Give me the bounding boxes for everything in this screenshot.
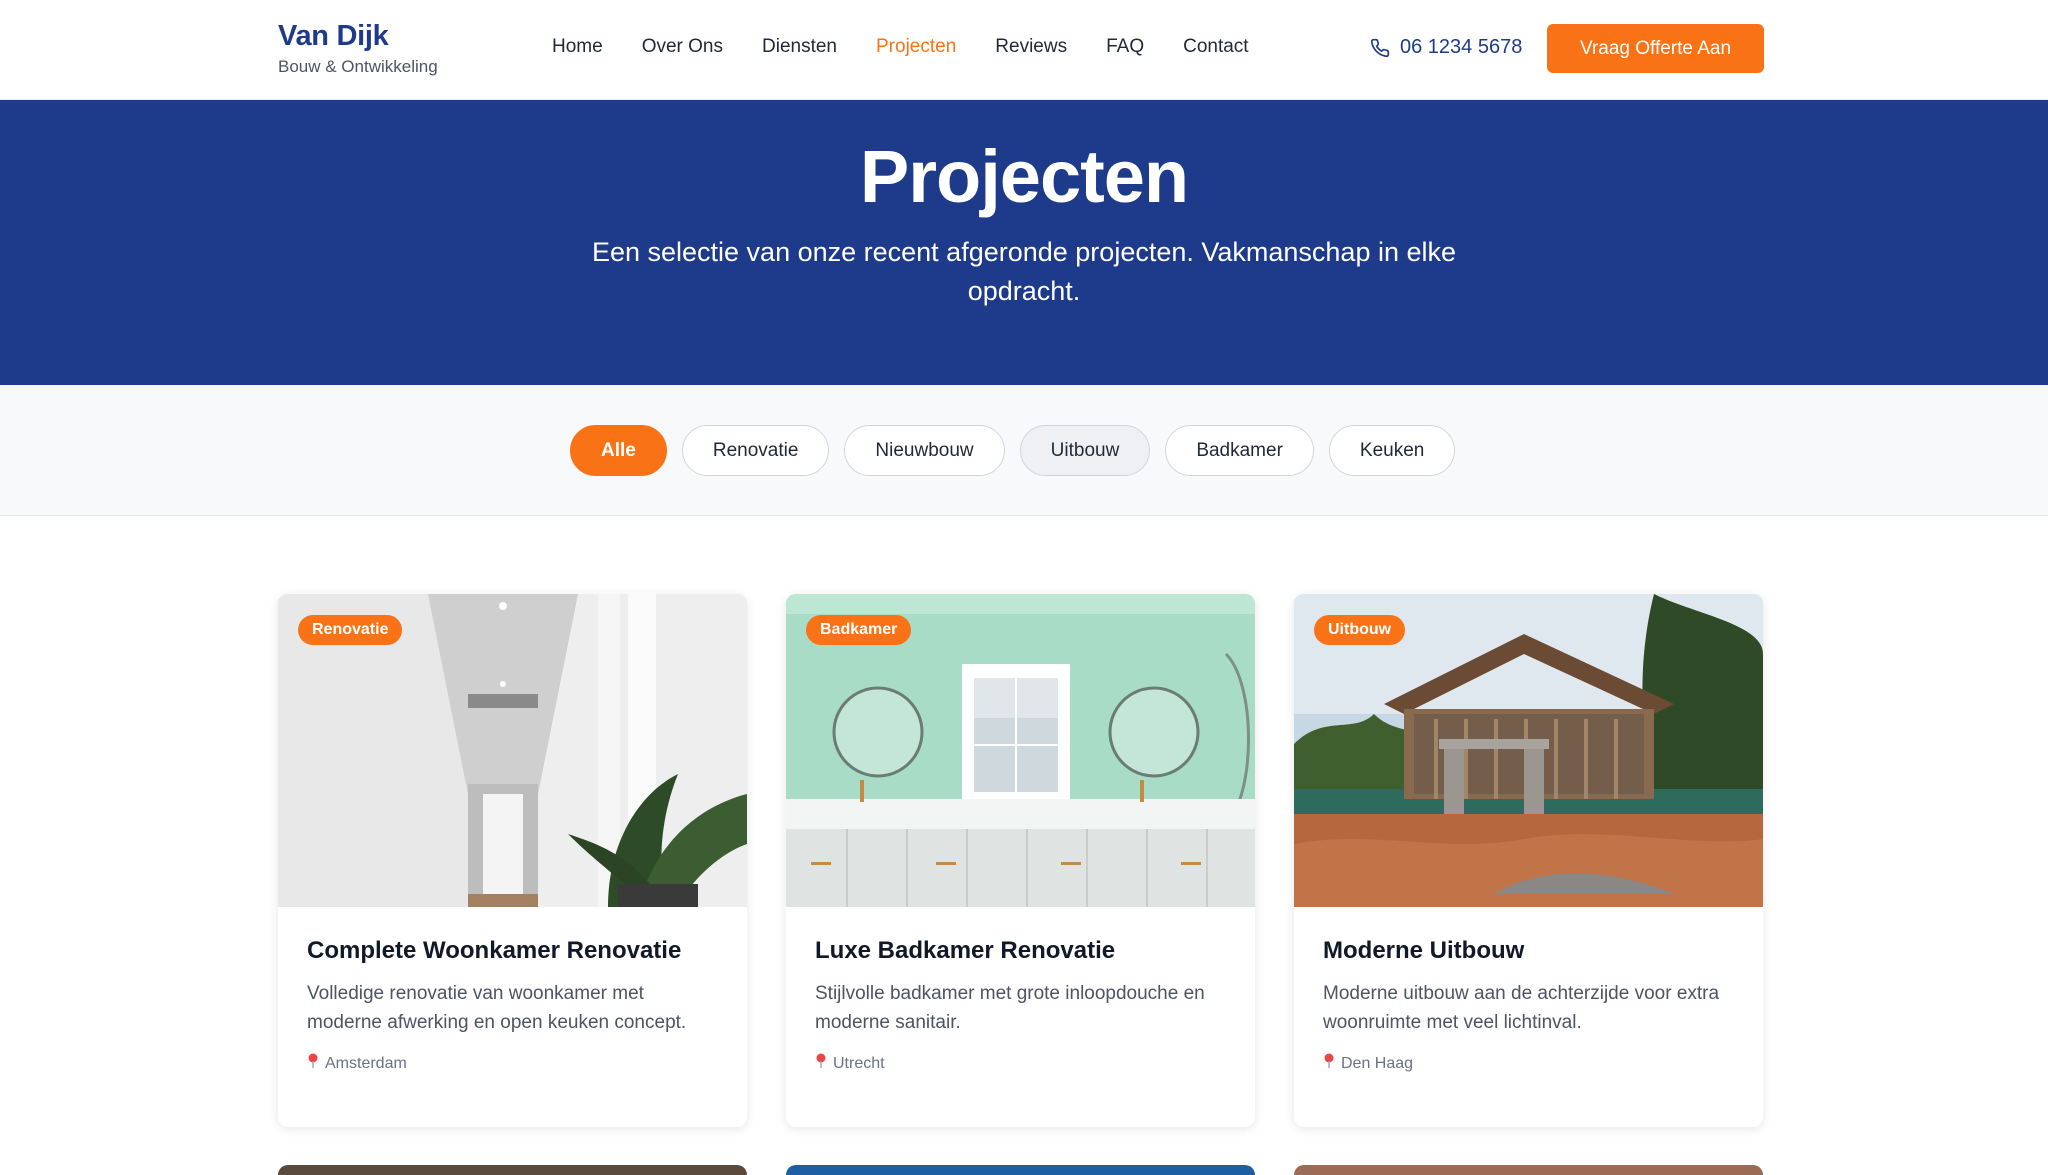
nav-projecten[interactable]: Projecten	[876, 36, 956, 58]
project-image: Badkamer	[786, 594, 1255, 907]
filter-renovatie[interactable]: Renovatie	[681, 425, 830, 476]
brand-subtitle: Bouw & Ontwikkeling	[278, 57, 438, 76]
request-quote-button[interactable]: Vraag Offerte Aan	[1547, 24, 1764, 73]
project-card[interactable]: Renovatie Complete Woonkamer Renovatie V…	[278, 594, 747, 1127]
location-pin-icon	[815, 1053, 827, 1074]
project-card[interactable]: Uitbouw Moderne Uitbouw Moderne uitbouw …	[1294, 594, 1763, 1127]
nav-faq[interactable]: FAQ	[1106, 36, 1144, 58]
nav-over-ons[interactable]: Over Ons	[642, 36, 723, 58]
project-card-partial[interactable]	[278, 1165, 747, 1175]
brand-name: Van Dijk	[278, 20, 389, 52]
nav-diensten[interactable]: Diensten	[762, 36, 837, 58]
location-label: Den Haag	[1341, 1054, 1414, 1072]
filter-keuken[interactable]: Keuken	[1328, 425, 1456, 476]
project-image: Uitbouw	[1294, 594, 1763, 907]
phone-number: 06 1234 5678	[1400, 36, 1523, 58]
filter-badkamer[interactable]: Badkamer	[1165, 425, 1314, 476]
project-location: Amsterdam	[307, 1053, 718, 1074]
project-location: Den Haag	[1323, 1053, 1734, 1074]
main-nav: Home Over Ons Diensten Projecten Reviews…	[552, 36, 1288, 58]
nav-reviews[interactable]: Reviews	[995, 36, 1067, 58]
filter-uitbouw[interactable]: Uitbouw	[1019, 425, 1151, 476]
filter-alle[interactable]: Alle	[570, 425, 667, 476]
project-card-partial[interactable]	[786, 1165, 1255, 1175]
location-pin-icon	[307, 1053, 319, 1074]
site-header: Van Dijk Bouw & Ontwikkeling Home Over O…	[0, 0, 2048, 100]
project-title: Complete Woonkamer Renovatie	[307, 937, 682, 964]
filter-nieuwbouw[interactable]: Nieuwbouw	[844, 425, 1005, 476]
filter-group: Alle Renovatie Nieuwbouw Uitbouw Badkame…	[570, 425, 1470, 476]
location-pin-icon	[1323, 1053, 1335, 1074]
page-subtitle: Een selectie van onze recent afgeronde p…	[591, 237, 1457, 306]
nav-contact[interactable]: Contact	[1183, 36, 1248, 58]
filter-bar: Alle Renovatie Nieuwbouw Uitbouw Badkame…	[0, 385, 2048, 516]
project-description: Stijlvolle badkamer met grote inloopdouc…	[815, 983, 1205, 1033]
phone-icon	[1370, 38, 1390, 57]
project-card[interactable]: Badkamer Luxe Badkamer Renovatie Stijlvo…	[786, 594, 1255, 1127]
project-image: Renovatie	[278, 594, 747, 907]
hero-section: Projecten Een selectie van onze recent a…	[0, 100, 2048, 385]
location-label: Amsterdam	[325, 1054, 407, 1072]
project-card-partial[interactable]	[1294, 1165, 1763, 1175]
brand-logo[interactable]: Van Dijk Bouw & Ontwikkeling	[278, 20, 438, 77]
nav-home[interactable]: Home	[552, 36, 603, 58]
project-location: Utrecht	[815, 1053, 1226, 1074]
project-title: Moderne Uitbouw	[1323, 937, 1525, 964]
phone-link[interactable]: 06 1234 5678	[1370, 36, 1522, 59]
location-label: Utrecht	[833, 1054, 885, 1072]
project-description: Volledige renovatie van woonkamer met mo…	[307, 983, 687, 1033]
category-tag: Uitbouw	[1314, 615, 1406, 645]
page-title: Projecten	[859, 135, 1189, 218]
category-tag: Renovatie	[298, 615, 403, 645]
project-description: Moderne uitbouw aan de achterzijde voor …	[1323, 983, 1720, 1033]
project-title: Luxe Badkamer Renovatie	[815, 937, 1116, 964]
category-tag: Badkamer	[806, 615, 912, 645]
